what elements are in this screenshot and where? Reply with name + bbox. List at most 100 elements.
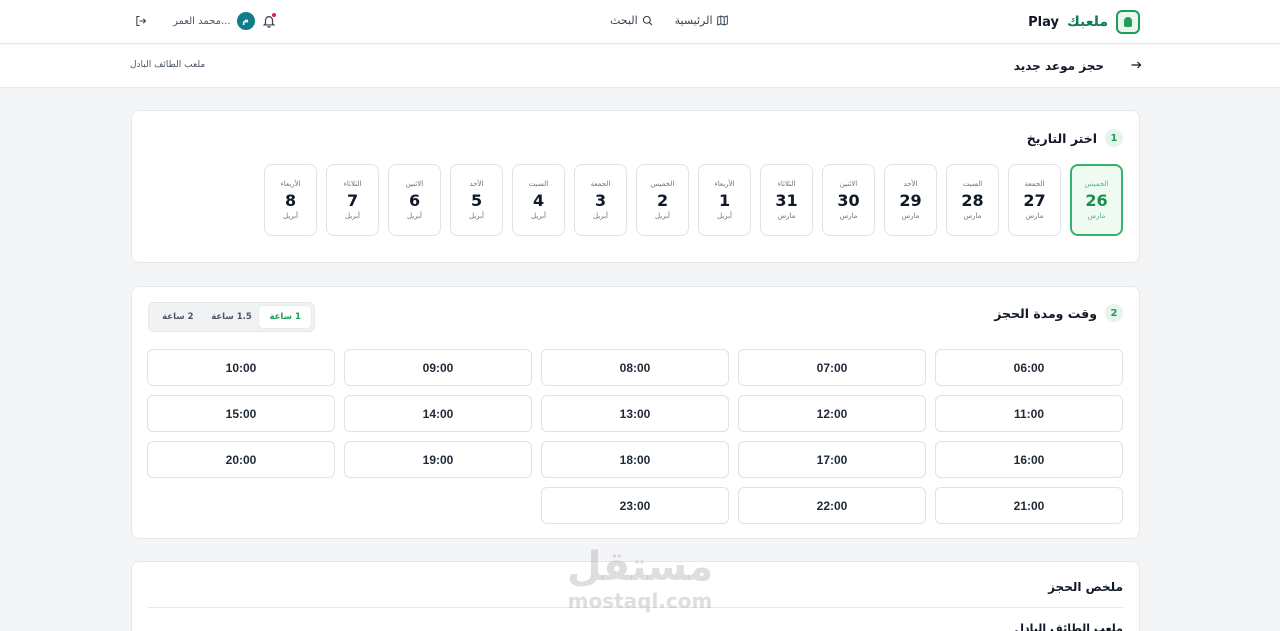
date-option[interactable]: الاثنين 30 مارس	[822, 164, 875, 236]
date-month: أبريل	[531, 212, 547, 220]
brand[interactable]: ملعبك Play	[1028, 10, 1140, 34]
time-slot-button[interactable]: 08:00	[541, 349, 729, 386]
time-slot-button[interactable]: 12:00	[738, 395, 926, 432]
date-day: 26	[1085, 191, 1108, 210]
summary-venue: ملعب الطائف البادل	[1014, 622, 1123, 631]
date-weekday: السبت	[962, 180, 983, 188]
date-list: الخميس 26 مارس الجمعة 27 مارس السبت 28 مارس الأحد…	[264, 164, 1123, 236]
watermark-arabic: مستقل	[566, 544, 714, 590]
duration-tab[interactable]: 1 ساعة	[259, 306, 311, 328]
date-month: مارس	[777, 212, 796, 220]
time-slot-button[interactable]: 20:00	[147, 441, 335, 478]
search-icon	[642, 15, 652, 26]
time-slot-button[interactable]: 19:00	[344, 441, 532, 478]
step-title: وقت ومدة الحجز	[994, 305, 1097, 321]
time-step-header: 2 وقت ومدة الحجز	[994, 304, 1123, 322]
time-slot-button[interactable]: 11:00	[935, 395, 1123, 432]
user-menu[interactable]: محمد العمر... م	[135, 12, 255, 30]
time-slot-button[interactable]: 16:00	[935, 441, 1123, 478]
date-option[interactable]: الأحد 5 أبريل	[450, 164, 503, 236]
time-slot-button[interactable]: 22:00	[738, 487, 926, 524]
date-option[interactable]: الأربعاء 1 أبريل	[698, 164, 751, 236]
date-option[interactable]: الثلاثاء 7 أبريل	[326, 164, 379, 236]
brand-logo-icon	[1116, 10, 1140, 34]
avatar[interactable]: م	[236, 12, 255, 30]
duration-tab[interactable]: 1.5 ساعة	[206, 306, 258, 328]
watermark: مستقل mostaql.com	[560, 545, 720, 613]
duration-tabs: 1 ساعة 1.5 ساعة 2 ساعة	[148, 302, 315, 332]
time-slot-button[interactable]: 07:00	[738, 349, 926, 386]
date-month: أبريل	[593, 212, 609, 220]
date-month: مارس	[1025, 212, 1044, 220]
date-month: مارس	[839, 212, 858, 220]
date-weekday: الاثنين	[839, 180, 858, 188]
date-day: 29	[899, 191, 922, 210]
date-day: 28	[961, 191, 984, 210]
page-header: حجز موعد جديد ملعب الطائف البادل	[0, 45, 1280, 88]
step-title: اختر التاريخ	[1026, 130, 1097, 146]
watermark-latin: mostaql.com	[567, 589, 713, 613]
date-option[interactable]: الخميس 2 أبريل	[636, 164, 689, 236]
time-slot-button[interactable]: 21:00	[935, 487, 1123, 524]
date-month: مارس	[1087, 212, 1106, 220]
time-slot-button[interactable]: 17:00	[738, 441, 926, 478]
date-option[interactable]: السبت 4 أبريل	[512, 164, 565, 236]
step-number: 1	[1105, 129, 1123, 147]
time-slot-button[interactable]: 06:00	[935, 349, 1123, 386]
time-slot-button[interactable]: 15:00	[147, 395, 335, 432]
duration-tab[interactable]: 2 ساعة	[152, 306, 204, 328]
date-month: أبريل	[283, 212, 299, 220]
date-day: 8	[284, 191, 297, 210]
time-slot-button[interactable]: 14:00	[344, 395, 532, 432]
nav-home-label: الرئيسية	[674, 14, 713, 27]
time-slot-button[interactable]: 23:00	[541, 487, 729, 524]
date-option[interactable]: الثلاثاء 31 مارس	[760, 164, 813, 236]
date-day: 30	[837, 191, 860, 210]
time-slot-button[interactable]: 09:00	[344, 349, 532, 386]
date-option[interactable]: السبت 28 مارس	[946, 164, 999, 236]
date-day: 4	[532, 191, 545, 210]
date-day: 6	[408, 191, 421, 210]
top-navbar: ملعبك Play الرئيسية البحث محمد العمر... …	[0, 0, 1280, 44]
date-day: 1	[718, 191, 731, 210]
logout-icon[interactable]	[135, 15, 147, 27]
date-month: مارس	[901, 212, 920, 220]
time-slot-button[interactable]: 13:00	[541, 395, 729, 432]
date-day: 27	[1023, 191, 1046, 210]
date-weekday: الثلاثاء	[777, 180, 796, 188]
date-weekday: الاثنين	[405, 180, 424, 188]
nav-search-link[interactable]: البحث	[610, 14, 653, 27]
user-name: محمد العمر...	[173, 15, 231, 27]
date-month: أبريل	[717, 212, 733, 220]
date-month: أبريل	[407, 212, 423, 220]
date-weekday: الجمعة	[590, 180, 611, 188]
date-weekday: الثلاثاء	[343, 180, 362, 188]
date-option[interactable]: الخميس 26 مارس	[1070, 164, 1123, 236]
brand-name: ملعبك	[1066, 14, 1108, 30]
date-step-header: 1 اختر التاريخ	[1027, 129, 1123, 147]
arrow-right-icon[interactable]	[1130, 59, 1142, 71]
date-weekday: الأحد	[469, 180, 484, 188]
date-month: أبريل	[469, 212, 485, 220]
date-weekday: الأربعاء	[714, 180, 735, 188]
map-icon	[716, 15, 728, 26]
date-option[interactable]: الأحد 29 مارس	[884, 164, 937, 236]
time-slot-button[interactable]: 10:00	[147, 349, 335, 386]
notification-dot	[272, 13, 276, 17]
time-slot-button[interactable]: 18:00	[541, 441, 729, 478]
date-month: أبريل	[655, 212, 671, 220]
brand-suffix: Play	[1028, 14, 1059, 30]
date-option[interactable]: الجمعة 3 أبريل	[574, 164, 627, 236]
date-day: 2	[656, 191, 669, 210]
date-option[interactable]: الاثنين 6 أبريل	[388, 164, 441, 236]
main-nav: الرئيسية البحث	[610, 14, 728, 27]
date-day: 31	[775, 191, 798, 210]
step-number: 2	[1105, 304, 1123, 322]
date-weekday: السبت	[528, 180, 549, 188]
nav-home-link[interactable]: الرئيسية	[675, 14, 728, 27]
time-selection-card: 2 وقت ومدة الحجز 1 ساعة 1.5 ساعة 2 ساعة 06…	[131, 286, 1140, 539]
date-weekday: الأربعاء	[280, 180, 301, 188]
date-option[interactable]: الجمعة 27 مارس	[1008, 164, 1061, 236]
date-option[interactable]: الأربعاء 8 أبريل	[264, 164, 317, 236]
date-day: 5	[470, 191, 483, 210]
